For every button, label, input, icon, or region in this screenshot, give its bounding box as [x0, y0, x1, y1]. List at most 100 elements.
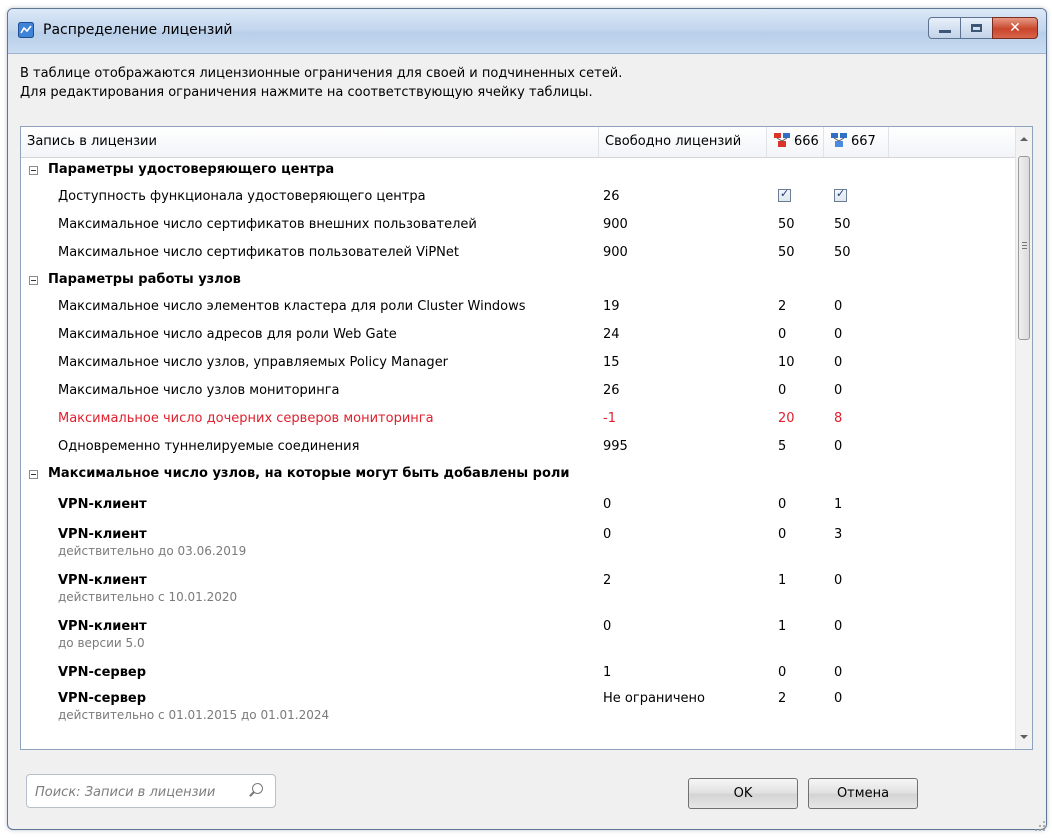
network-666-label: 666: [794, 134, 819, 149]
table-row[interactable]: Максимальное число сертификатов пользова…: [21, 240, 1017, 268]
collapse-icon[interactable]: [29, 166, 38, 175]
row-name: Максимальное число элементов кластера дл…: [58, 299, 526, 314]
row-cell-666[interactable]: [778, 187, 791, 206]
column-header-network-667[interactable]: 667: [824, 127, 889, 157]
table-row[interactable]: Одновременно туннелируемые соединения 99…: [21, 434, 1017, 462]
row-cell-666[interactable]: 0: [778, 527, 786, 542]
row-free: 900: [603, 217, 628, 232]
group-ca-params[interactable]: Параметры удостоверяющего центра: [21, 158, 1017, 184]
minimize-button[interactable]: [928, 17, 961, 39]
collapse-icon[interactable]: [29, 276, 38, 285]
vertical-scrollbar[interactable]: [1015, 127, 1032, 749]
resize-grip-icon[interactable]: [1034, 820, 1046, 832]
row-free: -1: [603, 411, 616, 426]
row-name: VPN-сервер: [58, 691, 147, 706]
table-row[interactable]: Максимальное число элементов кластера дл…: [21, 294, 1017, 322]
column-header-record[interactable]: Запись в лицензии: [21, 127, 599, 157]
row-cell-666[interactable]: 5: [778, 439, 786, 454]
cancel-button[interactable]: Отмена: [808, 778, 918, 809]
ok-button[interactable]: OK: [688, 778, 798, 809]
collapse-icon[interactable]: [29, 470, 38, 479]
group-title: Параметры работы узлов: [48, 272, 241, 287]
scroll-down-icon[interactable]: [1020, 735, 1028, 739]
table-row[interactable]: VPN-сервер действительно с 01.01.2015 до…: [21, 686, 1017, 732]
checkbox-checked-icon[interactable]: [778, 187, 791, 202]
row-cell-667[interactable]: 0: [834, 355, 842, 370]
row-name: Максимальное число сертификатов пользова…: [58, 245, 460, 260]
row-cell-667[interactable]: 3: [834, 527, 842, 542]
description-line-2: Для редактирования ограничения нажмите н…: [20, 85, 593, 100]
search-input[interactable]: [33, 781, 237, 803]
row-cell-667[interactable]: 0: [834, 665, 842, 680]
row-cell-666[interactable]: 10: [778, 355, 795, 370]
row-cell-667[interactable]: 0: [834, 439, 842, 454]
row-cell-667[interactable]: 0: [834, 619, 842, 634]
column-header-free[interactable]: Свободно лицензий: [599, 127, 767, 157]
row-free: 26: [603, 383, 620, 398]
search-icon[interactable]: [252, 783, 263, 794]
row-name: VPN-клиент: [58, 527, 147, 542]
maximize-icon: [971, 24, 982, 32]
row-free: 15: [603, 355, 620, 370]
table-row[interactable]: VPN-клиент до версии 5.0 0 1 0: [21, 614, 1017, 660]
row-cell-666[interactable]: 1: [778, 573, 786, 588]
row-cell-666[interactable]: 0: [778, 327, 786, 342]
network-red-icon: [774, 133, 790, 147]
row-cell-667[interactable]: 0: [834, 691, 842, 706]
row-free: 0: [603, 497, 612, 512]
row-cell-667[interactable]: 0: [834, 299, 842, 314]
network-667-label: 667: [851, 134, 876, 149]
column-header-network-666[interactable]: 666: [767, 127, 824, 157]
table-row[interactable]: VPN-клиент действительно до 03.06.2019 0…: [21, 522, 1017, 568]
scroll-up-icon[interactable]: [1020, 137, 1028, 141]
row-free: 0: [603, 527, 612, 542]
row-free: 26: [603, 189, 620, 204]
row-subtitle: действительно с 10.01.2020: [58, 590, 238, 604]
close-button[interactable]: ✕: [992, 17, 1038, 39]
row-cell-667[interactable]: 50: [834, 217, 851, 232]
maximize-button[interactable]: [960, 17, 993, 39]
row-cell-666[interactable]: 20: [778, 411, 795, 426]
table-row[interactable]: Максимальное число узлов мониторинга 26 …: [21, 378, 1017, 406]
row-cell-666[interactable]: 0: [778, 383, 786, 398]
table-row[interactable]: Максимальное число адресов для роли Web …: [21, 322, 1017, 350]
row-cell-667[interactable]: 50: [834, 245, 851, 260]
table-row[interactable]: VPN-сервер 1 0 0: [21, 660, 1017, 686]
search-box[interactable]: [26, 774, 276, 808]
group-roles[interactable]: Максимальное число узлов, на которые мог…: [21, 462, 1017, 488]
row-cell-666[interactable]: 0: [778, 497, 786, 512]
row-free: 995: [603, 439, 628, 454]
row-free: 2: [603, 573, 612, 588]
row-cell-667[interactable]: 0: [834, 383, 842, 398]
checkbox-checked-icon[interactable]: [834, 187, 847, 202]
table-header: Запись в лицензии Свободно лицензий 666 …: [21, 127, 1017, 158]
table-row-error[interactable]: Максимальное число дочерних серверов мон…: [21, 406, 1017, 434]
table-row[interactable]: VPN-клиент действительно с 10.01.2020 2 …: [21, 568, 1017, 614]
group-node-params[interactable]: Параметры работы узлов: [21, 268, 1017, 294]
row-cell-666[interactable]: 0: [778, 665, 786, 680]
description-text: В таблице отображаются лицензионные огра…: [20, 64, 622, 102]
row-cell-667[interactable]: 8: [834, 411, 842, 426]
group-title: Максимальное число узлов, на которые мог…: [48, 466, 570, 481]
row-cell-666[interactable]: 1: [778, 619, 786, 634]
row-cell-667[interactable]: 0: [834, 573, 842, 588]
table-row[interactable]: Доступность функционала удостоверяющего …: [21, 184, 1017, 212]
row-name: Доступность функционала удостоверяющего …: [58, 189, 426, 204]
row-cell-666[interactable]: 2: [778, 691, 786, 706]
table-row[interactable]: VPN-клиент 0 0 1: [21, 488, 1017, 522]
row-name: Максимальное число адресов для роли Web …: [58, 327, 397, 342]
row-cell-666[interactable]: 50: [778, 217, 795, 232]
group-title: Параметры удостоверяющего центра: [48, 162, 335, 177]
row-name: Одновременно туннелируемые соединения: [58, 439, 360, 454]
row-name: Максимальное число узлов, управляемых Po…: [58, 355, 449, 370]
row-free: 900: [603, 245, 628, 260]
scroll-thumb[interactable]: [1018, 156, 1030, 340]
row-cell-666[interactable]: 2: [778, 299, 786, 314]
window-title: Распределение лицензий: [43, 22, 233, 38]
row-cell-667[interactable]: [834, 187, 847, 206]
row-cell-667[interactable]: 0: [834, 327, 842, 342]
table-row[interactable]: Максимальное число сертификатов внешних …: [21, 212, 1017, 240]
row-cell-666[interactable]: 50: [778, 245, 795, 260]
table-row[interactable]: Максимальное число узлов, управляемых Po…: [21, 350, 1017, 378]
row-cell-667[interactable]: 1: [834, 497, 842, 512]
